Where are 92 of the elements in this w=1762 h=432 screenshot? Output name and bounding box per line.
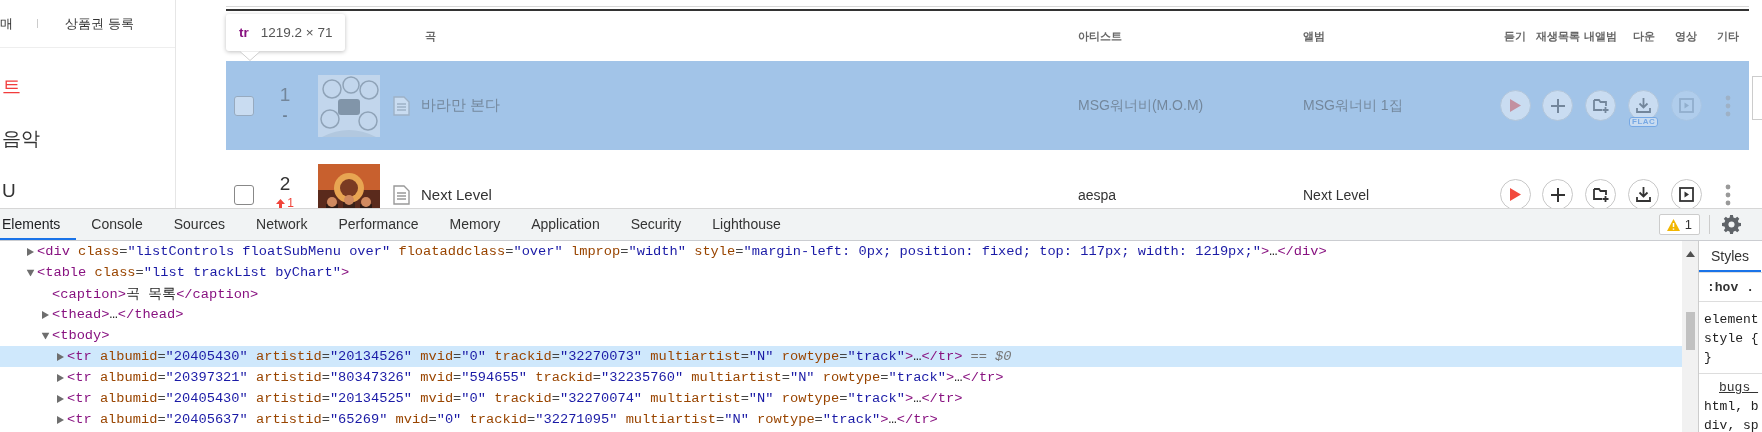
video-icon bbox=[1678, 98, 1694, 113]
add-to-album-button[interactable] bbox=[1585, 179, 1616, 208]
element-markup: <tr albumid="20397321" artistid="80347326" mvid="594655" trackid="32235760" multiartist="N" rowtype="track">…</tr> bbox=[67, 370, 1004, 385]
download-icon bbox=[1636, 187, 1651, 202]
rank-number: 1 bbox=[279, 84, 291, 106]
checkbox[interactable] bbox=[234, 184, 254, 205]
devtools-tab[interactable]: Performance bbox=[322, 209, 435, 240]
devtools-tab[interactable]: Sources bbox=[158, 209, 241, 240]
lyrics-icon[interactable] bbox=[393, 184, 410, 205]
scrollbar[interactable] bbox=[1682, 241, 1698, 432]
play-icon bbox=[1509, 99, 1521, 112]
dom-tree-row[interactable]: <tbody> bbox=[0, 325, 1682, 346]
plus-icon bbox=[1550, 187, 1565, 202]
flac-badge: FLAC bbox=[1629, 117, 1659, 127]
dom-tree-row[interactable]: <tr albumid="20405430" artistid="20134525" mvid="0" trackid="32270074" multiartist="N" rowtype="track">…</tr> bbox=[0, 388, 1682, 409]
css-rule-text: div, sp bbox=[1703, 417, 1760, 432]
menu-item[interactable]: 음악 bbox=[0, 113, 40, 165]
rank-change: - bbox=[282, 108, 288, 121]
column-header: 영상 bbox=[1675, 28, 1697, 44]
folder-plus-icon bbox=[1592, 187, 1609, 202]
expand-arrow-icon[interactable] bbox=[57, 352, 64, 361]
download-button[interactable] bbox=[1628, 179, 1659, 208]
devtools-tab[interactable]: Lighthouse bbox=[696, 209, 797, 240]
more-icon[interactable] bbox=[1725, 183, 1731, 206]
column-header: 듣기 bbox=[1504, 28, 1526, 44]
devtools-tab[interactable]: Application bbox=[515, 209, 616, 240]
element-markup: <tbody> bbox=[52, 328, 110, 343]
devtools-tab[interactable]: Security bbox=[615, 209, 697, 240]
tag-name: tr bbox=[239, 25, 249, 40]
dom-tree-row[interactable]: <tr albumid="20397321" artistid="80347326" mvid="594655" trackid="32235760" multiartist="N" rowtype="track">…</tr> bbox=[0, 367, 1682, 388]
menu-item[interactable]: U bbox=[0, 165, 16, 208]
warning-badge[interactable]: 1 bbox=[1658, 214, 1700, 235]
expand-arrow-icon[interactable] bbox=[27, 247, 34, 256]
dom-tree-row[interactable]: <table class="list trackList byChart"> bbox=[0, 262, 1682, 283]
devtools-tab[interactable]: Elements bbox=[0, 209, 76, 240]
dom-tree-row[interactable]: <tr albumid="20405430" artistid="20134526" mvid="0" trackid="32270073" multiartist="N" rowtype="track">…</tr> == $0 bbox=[0, 346, 1682, 367]
devtools-tab[interactable]: Network bbox=[240, 209, 323, 240]
column-header: 다운 bbox=[1632, 28, 1655, 44]
play-button[interactable] bbox=[1499, 179, 1531, 208]
source-link[interactable]: bugs_ bbox=[1699, 373, 1762, 397]
settings-button[interactable] bbox=[1722, 215, 1741, 234]
dom-tree-row[interactable]: <div class="listControls floatSubMenu over" floataddclass="over" lmprop="width" style="margin-left: 0px; position: fixed; top: 117px; width: 1219px;">…</div> bbox=[0, 241, 1682, 262]
element-markup: <tr albumid="20405430" artistid="20134526" mvid="0" trackid="32270073" multiartist="N" rowtype="track">…</tr> bbox=[67, 349, 963, 364]
expand-arrow-icon[interactable] bbox=[42, 310, 49, 319]
album-name[interactable]: Next Level bbox=[1303, 186, 1370, 203]
element-markup: <tr albumid="20405637" artistid="65269" mvid="0" trackid="32271095" multiartist="N" rowtype="track">…</tr> bbox=[67, 412, 938, 427]
devtools-tab[interactable]: Memory bbox=[434, 209, 516, 240]
element-markup: <thead>…</thead> bbox=[52, 307, 184, 322]
css-rule-text: html, b bbox=[1703, 398, 1760, 416]
add-to-playlist-button[interactable] bbox=[1542, 179, 1573, 208]
artist-name[interactable]: aespa bbox=[1078, 186, 1117, 203]
dom-tree-row[interactable]: <thead>…</thead> bbox=[0, 304, 1682, 325]
menu-item[interactable]: 트 bbox=[0, 61, 21, 113]
download-icon bbox=[1636, 98, 1651, 113]
expand-arrow-icon[interactable] bbox=[57, 415, 64, 424]
folder-plus-icon bbox=[1592, 98, 1609, 113]
expand-arrow-icon[interactable] bbox=[41, 332, 50, 339]
devtools-tab[interactable]: Console bbox=[75, 209, 159, 240]
expand-arrow-icon[interactable] bbox=[26, 269, 35, 276]
css-rule-text: } bbox=[1703, 349, 1713, 367]
scrollbar-thumb[interactable] bbox=[1685, 312, 1695, 350]
expand-arrow-icon[interactable] bbox=[57, 373, 64, 382]
dom-tree-row[interactable]: <caption>곡 목록</caption> bbox=[0, 283, 1682, 304]
element-markup: <caption>곡 목록</caption> bbox=[52, 285, 259, 303]
css-rule-text: style { bbox=[1703, 330, 1760, 348]
video-button[interactable] bbox=[1670, 179, 1702, 208]
element-markup: <tr albumid="20405430" artistid="20134525" mvid="0" trackid="32270074" multiartist="N" rowtype="track">…</tr> bbox=[67, 391, 963, 406]
rank-number: 2 bbox=[279, 173, 291, 195]
column-header: 아티스트 bbox=[1078, 28, 1122, 44]
css-rule-text: element bbox=[1703, 311, 1760, 329]
warning-icon bbox=[1666, 218, 1680, 231]
top-link[interactable]: 상품권 등록 bbox=[65, 14, 134, 33]
dom-tree-row[interactable]: <tr albumid="20405637" artistid="65269" mvid="0" trackid="32271095" multiartist="N" rowtype="track">…</tr> bbox=[0, 409, 1682, 430]
column-header: 곡 bbox=[425, 28, 436, 44]
play-icon bbox=[1509, 188, 1521, 201]
element-markup: <div class="listControls floatSubMenu over" floataddclass="over" lmprop="width" style="margin-left: 0px; position: fixed; top: 117px; width: 1219px;">…</div> bbox=[37, 244, 1327, 259]
element-markup: <table class="list trackList byChart"> bbox=[37, 265, 350, 280]
column-header: 내앨범 bbox=[1584, 28, 1617, 44]
top-link[interactable]: 매 bbox=[0, 14, 13, 33]
console-reference: == $0 bbox=[970, 349, 1012, 364]
column-header: 앨범 bbox=[1303, 28, 1325, 44]
song-title[interactable]: Next Level bbox=[421, 186, 492, 203]
element-size: 1219.2 × 71 bbox=[260, 25, 333, 40]
scroll-up-arrow-icon[interactable] bbox=[1685, 251, 1695, 257]
column-header: 기타 bbox=[1717, 28, 1739, 44]
settings-icon bbox=[1722, 215, 1741, 234]
plus-icon bbox=[1550, 98, 1565, 113]
column-header: 재생목록 bbox=[1535, 28, 1580, 44]
expand-arrow-icon[interactable] bbox=[57, 394, 64, 403]
styles-tab[interactable]: Styles bbox=[1699, 241, 1762, 272]
rank-change: 1 bbox=[287, 197, 294, 208]
video-icon bbox=[1678, 187, 1694, 202]
